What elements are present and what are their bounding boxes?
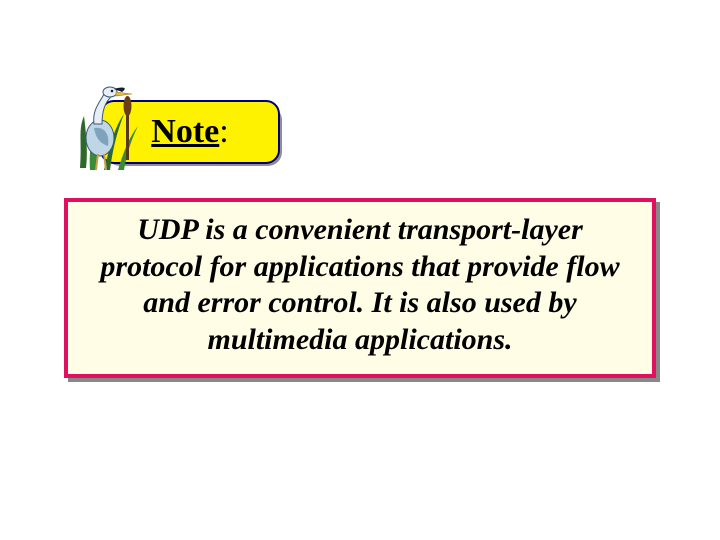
slide: Note: — [0, 0, 720, 540]
body-text: UDP is a convenient transport-layer prot… — [86, 212, 634, 358]
note-label-underlined: Note — [151, 113, 219, 150]
body-box-container: UDP is a convenient transport-layer prot… — [64, 198, 656, 378]
note-label: Note: — [151, 115, 228, 149]
body-box: UDP is a convenient transport-layer prot… — [64, 198, 656, 378]
note-label-suffix: : — [219, 113, 228, 150]
heron-in-grass-icon — [74, 80, 146, 172]
